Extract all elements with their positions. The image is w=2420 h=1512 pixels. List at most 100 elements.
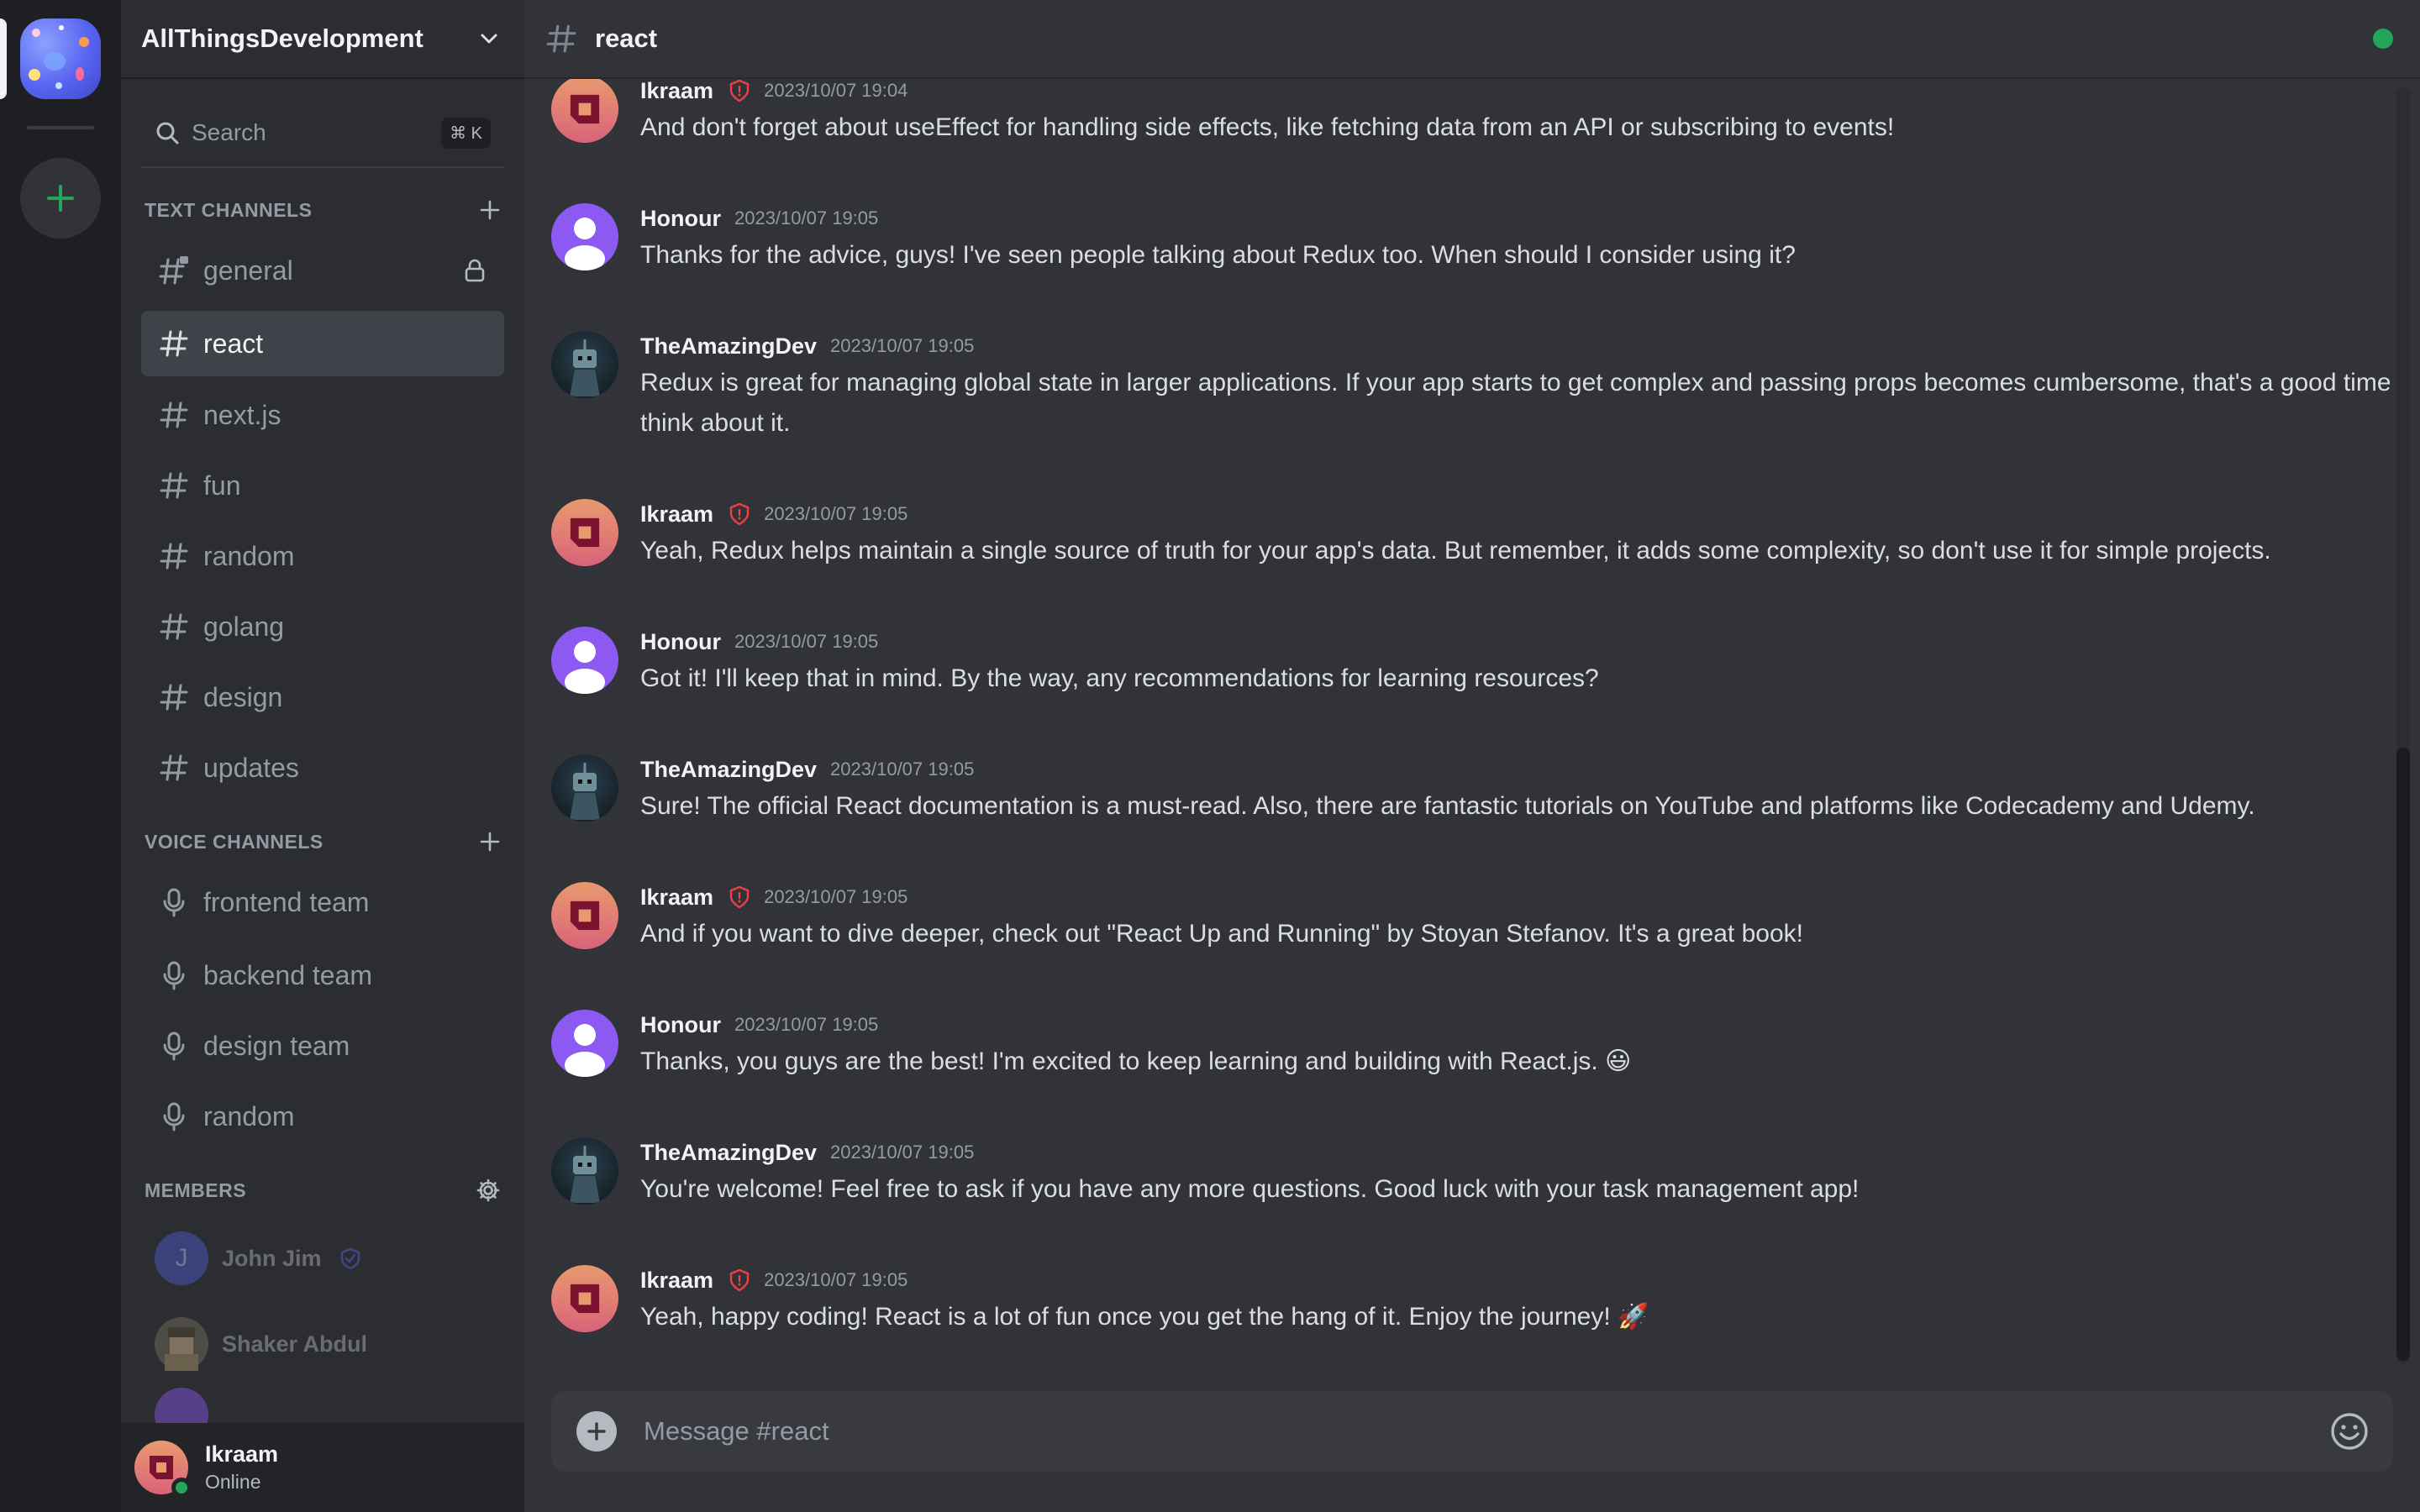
- attach-button[interactable]: [576, 1411, 617, 1452]
- user-panel[interactable]: Ikraam Online: [121, 1423, 524, 1512]
- avatar[interactable]: [551, 331, 618, 398]
- channel-name: design team: [203, 1030, 350, 1061]
- voice-channel-design-team[interactable]: design team: [141, 1013, 504, 1079]
- voice-channel-random[interactable]: random: [141, 1084, 504, 1149]
- message-list[interactable]: Ikraam 2023/10/07 19:04 And don't forget…: [524, 79, 2390, 1373]
- message[interactable]: Ikraam 2023/10/07 19:05 Yeah, Redux help…: [551, 499, 2383, 571]
- avatar-initial: J: [175, 1244, 188, 1272]
- avatar[interactable]: [551, 1265, 618, 1332]
- server-header[interactable]: AllThingsDevelopment: [121, 0, 524, 79]
- channel-design[interactable]: design: [141, 664, 504, 730]
- message[interactable]: Honour 2023/10/07 19:05 Got it! I'll kee…: [551, 627, 2383, 699]
- ikraam-logo-icon: [570, 517, 600, 548]
- server-icon-allthingsdevelopment[interactable]: [20, 18, 101, 99]
- message-author[interactable]: Honour: [640, 206, 721, 232]
- message-text: Got it! I'll keep that in mind. By the w…: [640, 664, 1599, 692]
- message-text: And if you want to dive deeper, check ou…: [640, 920, 1803, 948]
- chat-header: react: [524, 0, 2420, 79]
- message-body: Honour 2023/10/07 19:05 Got it! I'll kee…: [640, 627, 1599, 699]
- message-header: TheAmazingDev 2023/10/07 19:05: [640, 1137, 1859, 1168]
- message-header: TheAmazingDev 2023/10/07 19:05: [640, 331, 2390, 361]
- avatar[interactable]: [551, 754, 618, 822]
- channel-name: frontend team: [203, 886, 370, 917]
- message-author[interactable]: Ikraam: [640, 1268, 713, 1294]
- avatar[interactable]: [551, 79, 618, 143]
- message[interactable]: Ikraam 2023/10/07 19:05 Yeah, happy codi…: [551, 1265, 2383, 1337]
- message-header: Honour 2023/10/07 19:05: [640, 203, 1796, 234]
- add-server-button[interactable]: [20, 158, 101, 239]
- avatar[interactable]: [551, 203, 618, 270]
- message-body: Ikraam 2023/10/07 19:04 And don't forget…: [640, 79, 1894, 148]
- message-body: Ikraam 2023/10/07 19:05 And if you want …: [640, 882, 1803, 954]
- channel-updates[interactable]: updates: [141, 735, 504, 801]
- avatar[interactable]: [551, 882, 618, 949]
- plus-icon[interactable]: [479, 831, 501, 853]
- channel-fun[interactable]: fun: [141, 453, 504, 518]
- online-status-dot: [171, 1478, 192, 1498]
- message-header: Ikraam 2023/10/07 19:04: [640, 79, 1894, 106]
- chevron-down-icon[interactable]: [477, 27, 501, 50]
- message-author[interactable]: Ikraam: [640, 79, 713, 104]
- channel-general[interactable]: general: [141, 238, 504, 303]
- avatar[interactable]: [551, 627, 618, 694]
- avatar: J: [155, 1231, 208, 1285]
- text-channels-header[interactable]: TEXT CHANNELS: [141, 193, 504, 227]
- message[interactable]: TheAmazingDev 2023/10/07 19:05 Redux is …: [551, 331, 2390, 444]
- avatar[interactable]: [551, 1137, 618, 1205]
- channel-title: react: [595, 24, 658, 53]
- message[interactable]: TheAmazingDev 2023/10/07 19:05 You're we…: [551, 1137, 2383, 1210]
- message-body: Honour 2023/10/07 19:05 Thanks for the a…: [640, 203, 1796, 276]
- message-header: Ikraam 2023/10/07 19:05: [640, 1265, 1649, 1295]
- message[interactable]: Ikraam 2023/10/07 19:04 And don't forget…: [551, 79, 2383, 148]
- channel-react[interactable]: react: [141, 311, 504, 376]
- voice-channel-backend-team[interactable]: backend team: [141, 942, 504, 1008]
- text-channels-title: TEXT CHANNELS: [145, 198, 313, 221]
- message[interactable]: Honour 2023/10/07 19:05 Thanks for the a…: [551, 203, 2383, 276]
- voice-channels-header[interactable]: VOICE CHANNELS: [141, 825, 504, 858]
- member-shaker-abdul[interactable]: Shaker Abdul: [141, 1308, 504, 1380]
- plus-icon: [587, 1422, 606, 1441]
- scrollbar-thumb[interactable]: [2396, 748, 2410, 1361]
- search-button[interactable]: Search ⌘ K: [141, 99, 504, 168]
- message-header: Honour 2023/10/07 19:05: [640, 627, 1599, 657]
- message[interactable]: Honour 2023/10/07 19:05 Thanks, you guys…: [551, 1010, 2383, 1082]
- message-timestamp: 2023/10/07 19:05: [734, 631, 879, 652]
- message-author[interactable]: Honour: [640, 629, 721, 655]
- message-input[interactable]: [644, 1416, 2329, 1446]
- message-text: You're welcome! Feel free to ask if you …: [640, 1175, 1860, 1203]
- voice-channel-frontend-team[interactable]: frontend team: [141, 869, 504, 935]
- message-timestamp: 2023/10/07 19:05: [764, 886, 908, 907]
- server-rail: [0, 0, 121, 1512]
- message-text: Yeah, happy coding! React is a lot of fu…: [640, 1303, 1649, 1331]
- channel-nextjs[interactable]: next.js: [141, 382, 504, 448]
- message-timestamp: 2023/10/07 19:05: [830, 335, 975, 356]
- message[interactable]: TheAmazingDev 2023/10/07 19:05 Sure! The…: [551, 754, 2383, 827]
- channel-golang[interactable]: golang: [141, 594, 504, 659]
- hash-icon: [160, 402, 188, 428]
- plus-icon[interactable]: [479, 199, 501, 221]
- pixel-avatar-icon: [165, 1327, 198, 1371]
- message-body: TheAmazingDev 2023/10/07 19:05 Redux is …: [640, 331, 2390, 444]
- member-john-jim[interactable]: J John Jim: [141, 1222, 504, 1294]
- message-author[interactable]: TheAmazingDev: [640, 333, 817, 360]
- avatar[interactable]: [551, 499, 618, 566]
- gear-icon[interactable]: [476, 1178, 501, 1203]
- avatar[interactable]: [551, 1010, 618, 1077]
- message-author[interactable]: TheAmazingDev: [640, 757, 817, 783]
- member-partial[interactable]: [141, 1388, 504, 1423]
- message-author[interactable]: Ikraam: [640, 501, 713, 528]
- emoji-icon[interactable]: [2329, 1411, 2370, 1452]
- message-author[interactable]: Ikraam: [640, 885, 713, 911]
- message-author[interactable]: Honour: [640, 1012, 721, 1038]
- message-timestamp: 2023/10/07 19:05: [830, 759, 975, 780]
- message-author[interactable]: TheAmazingDev: [640, 1140, 817, 1166]
- message-body: TheAmazingDev 2023/10/07 19:05 Sure! The…: [640, 754, 2255, 827]
- message-timestamp: 2023/10/07 19:05: [734, 207, 879, 228]
- message-scrollbar[interactable]: [2396, 87, 2410, 1364]
- lock-icon: [465, 259, 485, 282]
- message[interactable]: Ikraam 2023/10/07 19:05 And if you want …: [551, 882, 2383, 954]
- channel-random[interactable]: random: [141, 523, 504, 589]
- member-name: John Jim: [222, 1245, 322, 1271]
- user-avatar[interactable]: [134, 1441, 192, 1498]
- ikraam-logo-icon: [570, 900, 600, 931]
